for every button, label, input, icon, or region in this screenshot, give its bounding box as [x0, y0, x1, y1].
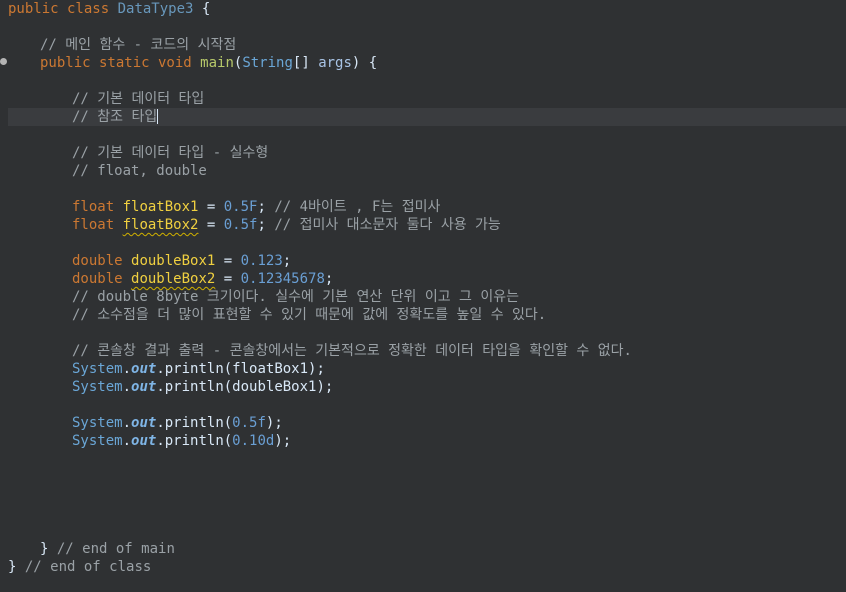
code-line-print-4[interactable]: System.out.println(0.10d); [8, 432, 291, 450]
code-line-print-3[interactable]: System.out.println(0.5f); [8, 414, 283, 432]
fold-marker-icon[interactable] [0, 58, 7, 65]
paren-close: ) { [351, 55, 378, 71]
number-literal: 0.5F [223, 199, 258, 215]
semicolon: ; [282, 253, 292, 269]
code-line-double-2[interactable]: double doubleBox2 = 0.12345678; [8, 270, 333, 288]
dot: . [122, 361, 132, 377]
comment: // 참조 타입 [72, 109, 158, 125]
argument: 0.10d [232, 433, 275, 449]
argument: 0.5f [232, 415, 266, 431]
keyword: float [72, 217, 115, 233]
argument: floatBox1 [232, 361, 309, 377]
comment: // 기본 데이터 타입 - 실수형 [72, 145, 269, 161]
method-name: main [200, 55, 234, 71]
type-name: String [242, 55, 293, 71]
call-end: ); [274, 433, 292, 449]
brace: { [193, 1, 211, 17]
param-name: args [318, 55, 352, 71]
array-brackets: [] [292, 55, 319, 71]
text-cursor [157, 109, 159, 124]
code-line-comment-7[interactable]: // 콘솔창 결과 출력 - 콘솔창에서는 기본적으로 정확한 데이터 타입을 … [8, 342, 632, 360]
code-line-comment-6[interactable]: // 소수점을 더 많이 표현할 수 있기 때문에 값에 정확도를 높일 수 있… [8, 306, 546, 324]
variable-warning[interactable]: doubleBox2 [131, 271, 215, 287]
operator: = [198, 217, 224, 233]
keyword: public class [8, 1, 110, 17]
semicolon: ; [324, 271, 334, 287]
dot: . [122, 433, 132, 449]
number-literal: 0.12345678 [240, 271, 325, 287]
code-line-comment-4[interactable]: // float, double [8, 162, 207, 180]
code-line-current[interactable]: // 참조 타입 [8, 108, 846, 126]
class-ref: System [72, 433, 123, 449]
method-call: .println( [156, 415, 233, 431]
static-field: out [131, 379, 157, 395]
code-line-print-1[interactable]: System.out.println(floatBox1); [8, 360, 325, 378]
keyword: double [72, 253, 123, 269]
comment: // double 8byte 크기이다. 실수에 기본 연산 단위 이고 그 … [72, 289, 520, 305]
code-line-float-1[interactable]: float floatBox1 = 0.5F; // 4바이트 , F는 접미사 [8, 198, 440, 216]
code-editor[interactable]: public class DataType3 { // 메인 함수 - 코드의 … [0, 0, 846, 592]
comment: // 기본 데이터 타입 [72, 91, 205, 107]
comment: // end of main [48, 541, 175, 557]
operator: = [215, 271, 241, 287]
comment: // float, double [72, 163, 207, 179]
code-line-main-decl[interactable]: public static void main(String[] args) { [8, 54, 377, 72]
static-field: out [131, 433, 157, 449]
code-line-print-2[interactable]: System.out.println(doubleBox1); [8, 378, 333, 396]
code-line-class-decl[interactable]: public class DataType3 { [8, 0, 210, 18]
semicolon: ; [257, 217, 275, 233]
comment: // 소수점을 더 많이 표현할 수 있기 때문에 값에 정확도를 높일 수 있… [72, 307, 547, 323]
code-line-comment-1[interactable]: // 기본 데이터 타입 [8, 90, 204, 108]
call-end: ); [265, 415, 283, 431]
comment: // 4바이트 , F는 접미사 [274, 199, 441, 215]
number-literal: 0.5f [223, 217, 258, 233]
keyword: float [72, 199, 115, 215]
static-field: out [131, 415, 157, 431]
comment: // 접미사 대소문자 둘다 사용 가능 [274, 217, 501, 233]
code-line-float-2[interactable]: float floatBox2 = 0.5f; // 접미사 대소문자 둘다 사… [8, 216, 501, 234]
code-line-comment-5[interactable]: // double 8byte 크기이다. 실수에 기본 연산 단위 이고 그 … [8, 288, 519, 306]
method-call: .println( [156, 379, 233, 395]
comment: // 콘솔창 결과 출력 - 콘솔창에서는 기본적으로 정확한 데이터 타입을 … [72, 343, 632, 359]
keyword: double [72, 271, 123, 287]
method-call: .println( [156, 361, 233, 377]
semicolon: ; [257, 199, 275, 215]
class-ref: System [72, 361, 123, 377]
keyword: public static void [40, 55, 192, 71]
class-name: DataType3 [117, 1, 194, 17]
operator: = [215, 253, 241, 269]
call-end: ); [316, 379, 334, 395]
operator: = [198, 199, 224, 215]
code-line-end-class[interactable]: } // end of class [8, 558, 151, 576]
code-line-main-comment[interactable]: // 메인 함수 - 코드의 시작점 [8, 36, 236, 54]
dot: . [122, 415, 132, 431]
method-call: .println( [156, 433, 233, 449]
variable: doubleBox1 [131, 253, 216, 269]
class-ref: System [72, 415, 123, 431]
class-ref: System [72, 379, 123, 395]
variable-warning[interactable]: floatBox2 [123, 217, 199, 233]
static-field: out [131, 361, 157, 377]
code-line-comment-3[interactable]: // 기본 데이터 타입 - 실수형 [8, 144, 268, 162]
number-literal: 0.123 [240, 253, 283, 269]
comment: // 메인 함수 - 코드의 시작점 [40, 37, 237, 53]
call-end: ); [308, 361, 325, 377]
variable: floatBox1 [122, 199, 199, 215]
comment: // end of class [16, 559, 152, 575]
dot: . [122, 379, 132, 395]
code-line-end-main[interactable]: } // end of main [8, 540, 175, 558]
code-line-double-1[interactable]: double doubleBox1 = 0.123; [8, 252, 291, 270]
argument: doubleBox1 [232, 379, 317, 395]
